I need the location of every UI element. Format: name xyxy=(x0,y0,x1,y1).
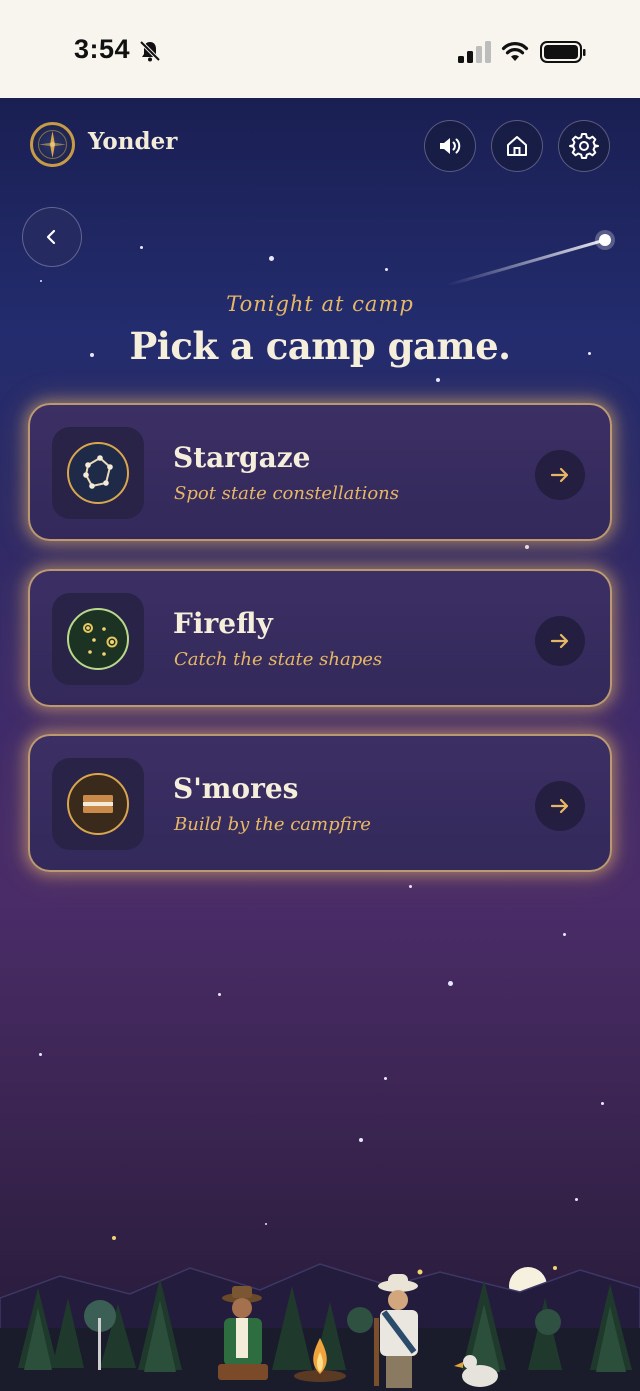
star xyxy=(269,256,274,261)
speaker-icon xyxy=(440,138,461,154)
star xyxy=(218,993,221,996)
cellular-signal-icon xyxy=(458,41,491,63)
card-icon-box xyxy=(52,593,144,685)
page-title: Pick a camp game. xyxy=(129,324,511,368)
arrow-right-icon xyxy=(550,633,569,649)
game-subtitle: Build by the campfire xyxy=(174,814,371,835)
game-subtitle: Catch the state shapes xyxy=(174,649,383,670)
star xyxy=(385,268,388,271)
game-card-stargaze[interactable]: Stargaze Spot state constellations xyxy=(28,403,612,541)
play-arrow-button[interactable] xyxy=(535,616,585,666)
star xyxy=(140,246,143,249)
game-title: Firefly xyxy=(173,607,273,640)
star xyxy=(384,1077,387,1080)
game-card-smores[interactable]: S'mores Build by the campfire xyxy=(28,734,612,872)
star xyxy=(409,885,412,888)
firefly-icon xyxy=(67,608,129,670)
home-button[interactable] xyxy=(491,120,543,172)
star xyxy=(448,981,453,986)
star xyxy=(39,1053,42,1056)
play-arrow-button[interactable] xyxy=(535,450,585,500)
gear-icon xyxy=(569,133,599,159)
settings-button[interactable] xyxy=(558,120,610,172)
game-title: Stargaze xyxy=(173,441,311,474)
star xyxy=(601,1102,604,1105)
wifi-icon xyxy=(501,42,529,61)
status-time: 3:54 xyxy=(74,34,131,64)
game-title: S'mores xyxy=(173,772,299,805)
game-subtitle: Spot state constellations xyxy=(174,483,399,504)
star xyxy=(40,280,42,282)
app-logo xyxy=(30,122,75,167)
campsite-scenery xyxy=(0,1263,640,1391)
game-card-firefly[interactable]: Firefly Catch the state shapes xyxy=(28,569,612,707)
constellation-icon xyxy=(67,442,129,504)
back-button[interactable] xyxy=(22,207,82,267)
play-arrow-button[interactable] xyxy=(535,781,585,831)
arrow-right-icon xyxy=(550,798,569,814)
star xyxy=(359,1138,363,1142)
star xyxy=(265,1223,267,1225)
bell-off-icon xyxy=(139,40,161,62)
sound-button[interactable] xyxy=(424,120,476,172)
battery-icon xyxy=(540,41,586,63)
compass-icon xyxy=(38,130,67,159)
smores-icon xyxy=(67,773,129,835)
app-screen: Yonder Tonight at camp Pick a camp game. xyxy=(0,98,640,1391)
home-icon xyxy=(507,136,527,156)
star xyxy=(563,933,566,936)
star xyxy=(575,1198,578,1201)
chevron-left-icon xyxy=(46,229,56,245)
arrow-right-icon xyxy=(550,467,569,483)
star xyxy=(525,545,529,549)
page-subtitle: Tonight at camp xyxy=(226,292,414,316)
shooting-star xyxy=(446,230,615,287)
status-bar: 3:54 xyxy=(0,0,640,98)
star xyxy=(436,378,440,382)
star xyxy=(112,1236,116,1240)
app-name: Yonder xyxy=(88,128,178,155)
card-icon-box xyxy=(52,758,144,850)
card-icon-box xyxy=(52,427,144,519)
